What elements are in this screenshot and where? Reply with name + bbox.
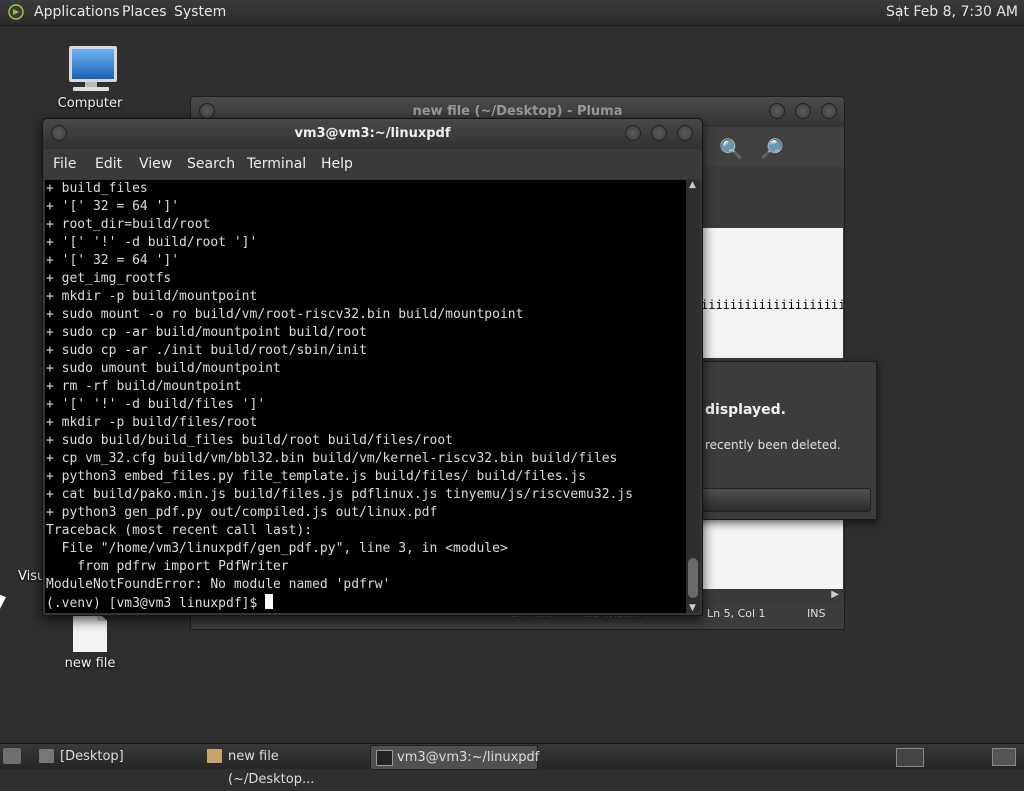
shell-prompt: (.venv) [vm3@vm3 linuxpdf]$ [46, 596, 266, 611]
terminal-window[interactable]: vm3@vm3:~/linuxpdf File Edit View Search… [42, 118, 703, 616]
window-menu-button[interactable] [199, 103, 215, 119]
trash-icon[interactable] [992, 748, 1016, 766]
terminal-titlebar[interactable]: vm3@vm3:~/linuxpdf [43, 119, 702, 149]
terminal-menubar: File Edit View Search Terminal Help [43, 149, 702, 179]
terminal-prompt-line[interactable]: (.venv) [vm3@vm3 linuxpdf]$ [45, 594, 686, 613]
top-panel: Applications Places System Sat Feb 8, 7:… [0, 0, 1024, 26]
text-cursor [265, 594, 274, 609]
menu-applications[interactable]: Applications [34, 0, 120, 25]
search-replace-icon[interactable]: 🔎 [759, 137, 784, 161]
menu-terminal[interactable]: Terminal [247, 149, 306, 179]
scroll-right-icon[interactable]: ▶ [831, 589, 839, 600]
dialog-primary-text: displayed. [705, 402, 786, 418]
text-editor-icon [207, 749, 222, 763]
minimize-button[interactable] [625, 125, 641, 141]
maximize-button[interactable] [795, 103, 811, 119]
horizontal-scrollbar[interactable]: ▶ [701, 589, 843, 603]
terminal-output[interactable]: + build_files + '[' 32 = 64 ']' + root_d… [45, 180, 686, 613]
task-pluma[interactable]: new file (~/Desktop... [202, 745, 368, 787]
cursor-position: Ln 5, Col 1 [707, 607, 766, 620]
desktop-icon-label: new file [64, 656, 116, 671]
show-desktop-icon[interactable] [3, 748, 21, 764]
workspace-switcher[interactable] [896, 748, 924, 767]
menu-system[interactable]: System [174, 0, 226, 25]
document-text: iiiiiiiiiiiiiiiiiiiiii [701, 298, 843, 312]
dialog-secondary-text: recently been deleted. [705, 438, 841, 452]
task-label: [Desktop] [60, 749, 124, 764]
close-button[interactable] [821, 103, 837, 119]
text-file-icon [73, 612, 107, 652]
search-icon[interactable]: 🔍 [719, 137, 744, 161]
folder-icon [39, 749, 54, 763]
close-button[interactable] [677, 125, 693, 141]
scroll-up-icon[interactable]: ▲ [689, 180, 696, 190]
vertical-scrollbar[interactable]: ▲ ▼ [686, 180, 700, 613]
insert-mode: INS [807, 607, 826, 620]
clock[interactable]: Sat Feb 8, 7:30 AM [886, 0, 1018, 25]
menu-view[interactable]: View [139, 149, 172, 179]
terminal-title: vm3@vm3:~/linuxpdf [294, 126, 451, 141]
scrollbar-thumb[interactable] [688, 558, 698, 598]
terminal-icon [376, 750, 393, 766]
bottom-panel: [Desktop] new file (~/Desktop... vm3@vm3… [0, 743, 1024, 787]
menu-help[interactable]: Help [321, 149, 353, 179]
desktop-icon-label: Computer [57, 96, 123, 111]
desktop-icon-computer[interactable]: Computer [52, 44, 128, 111]
menu-search[interactable]: Search [187, 149, 235, 179]
mouse-pointer-icon [0, 594, 6, 612]
terminal-text: + build_files + '[' 32 = 64 ']' + root_d… [46, 181, 633, 592]
menu-places[interactable]: Places [122, 0, 167, 25]
task-label: new file (~/Desktop... [228, 749, 315, 787]
desktop-icon-new-file[interactable]: new file [52, 612, 128, 671]
computer-icon [65, 44, 117, 94]
task-label: vm3@vm3:~/linuxpdf [397, 750, 540, 765]
scroll-down-icon[interactable]: ▼ [689, 603, 696, 613]
minimize-button[interactable] [769, 103, 785, 119]
task-desktop[interactable]: [Desktop] [34, 745, 220, 768]
task-terminal[interactable]: vm3@vm3:~/linuxpdf [370, 745, 540, 770]
pluma-text-area[interactable]: iiiiiiiiiiiiiiiiiiiiii [701, 228, 843, 358]
menu-file[interactable]: File [53, 149, 76, 179]
pluma-text-area-lower[interactable] [701, 519, 843, 589]
menu-edit[interactable]: Edit [95, 149, 122, 179]
maximize-button[interactable] [651, 125, 667, 141]
mate-logo-icon[interactable] [8, 4, 24, 20]
